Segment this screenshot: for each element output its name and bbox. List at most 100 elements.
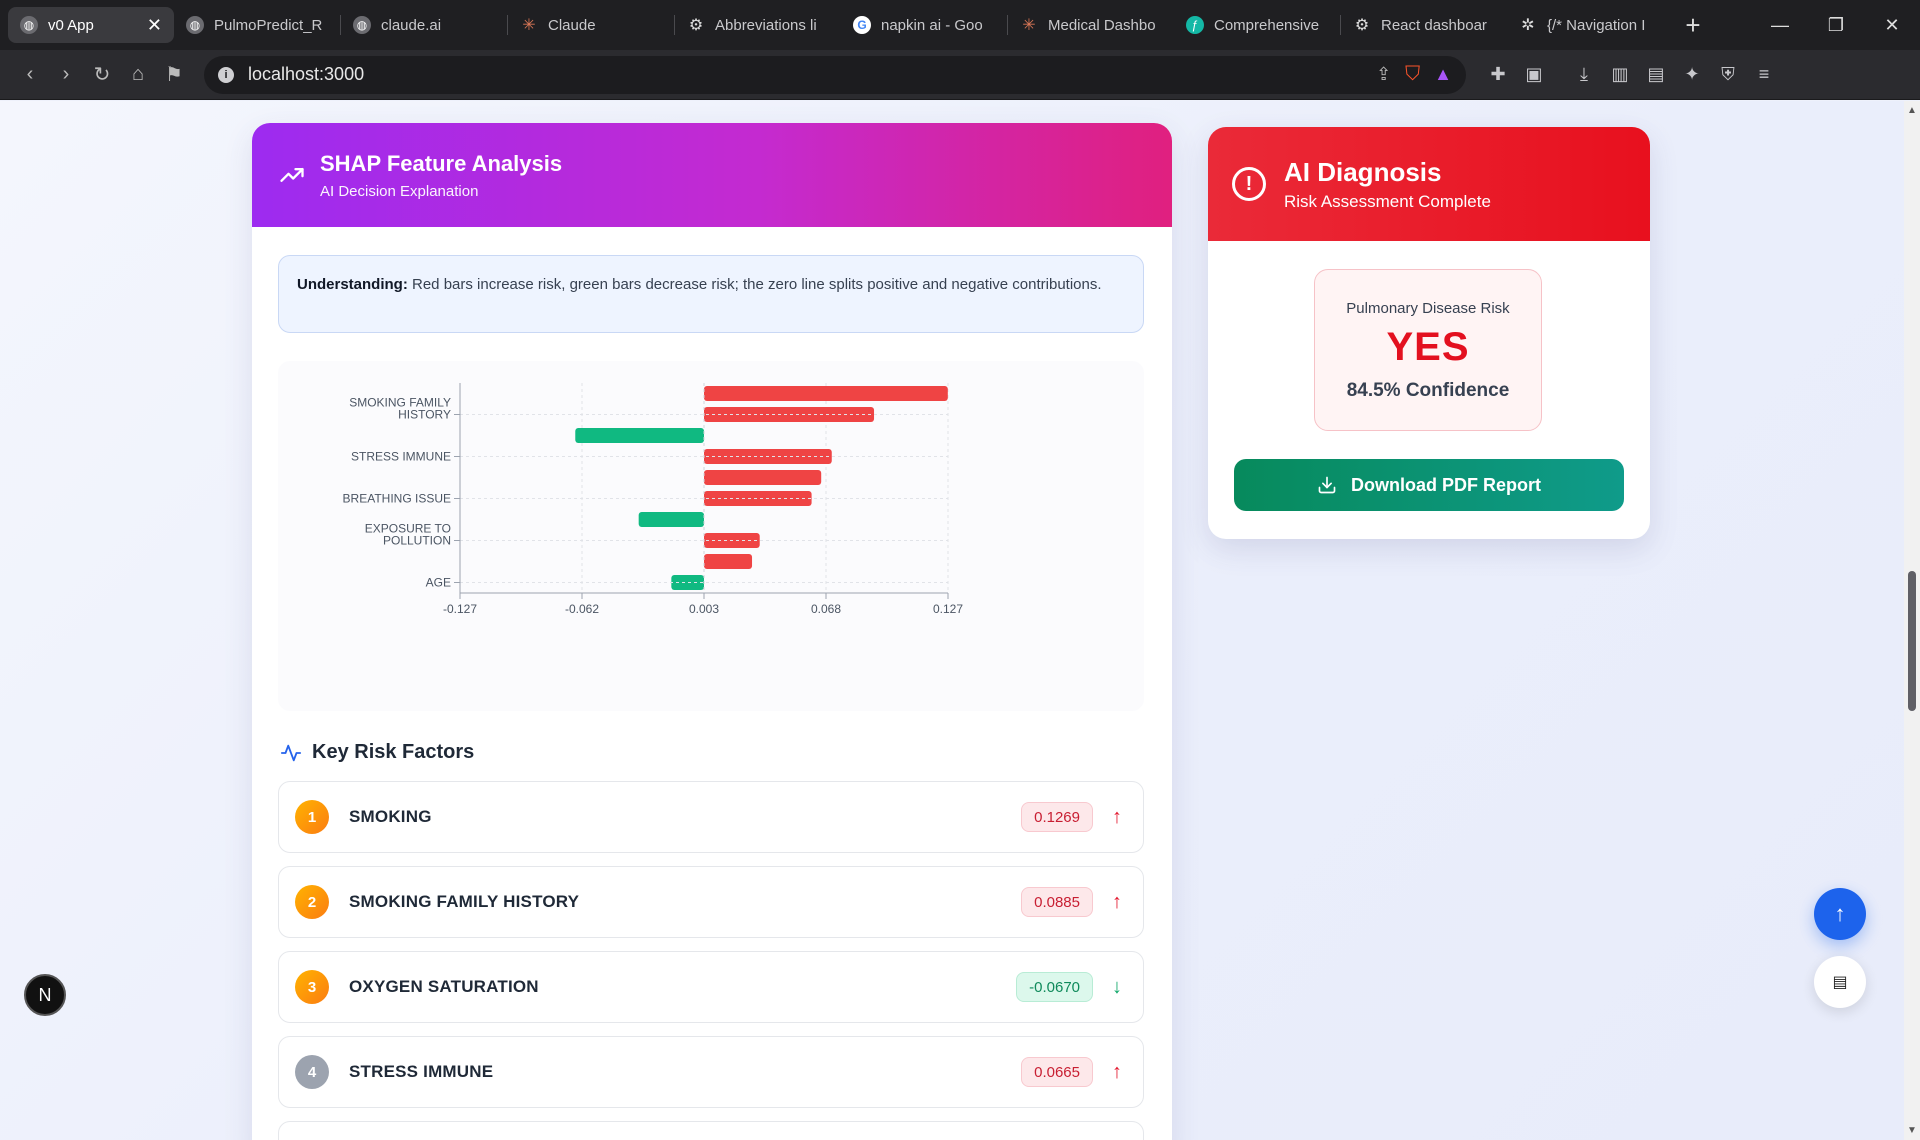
vpn-icon[interactable]: ⛨: [1710, 57, 1746, 93]
tab-claude[interactable]: ✳ Claude: [508, 7, 674, 43]
tab-abbreviations[interactable]: ⚙ Abbreviations li: [675, 7, 841, 43]
tab-react-dashboard[interactable]: ⚙ React dashboar: [1341, 7, 1507, 43]
download-icon: [1318, 476, 1336, 494]
shap-bar: [704, 554, 753, 569]
close-icon[interactable]: ✕: [147, 15, 162, 36]
shap-value-badge: 0.1269: [1021, 802, 1093, 832]
claude-icon: ✳: [1022, 17, 1036, 34]
tab-navigation[interactable]: ✲ {/* Navigation I: [1507, 7, 1673, 43]
ai-diagnosis-card: ! AI Diagnosis Risk Assessment Complete …: [1208, 127, 1650, 539]
risk-factor-row: 2 SMOKING FAMILY HISTORY 0.0885 ↑: [278, 866, 1144, 938]
window-controls: — ❐ ✕: [1752, 0, 1920, 50]
tab-label: v0 App: [48, 16, 94, 34]
openai-icon: ⚙: [688, 17, 704, 34]
diagnosis-header: ! AI Diagnosis Risk Assessment Complete: [1208, 127, 1650, 241]
risk-label: Pulmonary Disease Risk: [1346, 300, 1510, 317]
tab-comprehensive[interactable]: ƒ Comprehensive: [1174, 7, 1340, 43]
y-tick-label: AGE: [426, 576, 451, 590]
claude-icon: ✳: [522, 17, 536, 34]
tab-label: napkin ai - Goo: [881, 16, 983, 34]
shap-card-header: SHAP Feature Analysis AI Decision Explan…: [252, 123, 1172, 227]
leo-ai-icon[interactable]: ✦: [1674, 57, 1710, 93]
back-icon[interactable]: ‹: [12, 57, 48, 93]
page-viewport: SHAP Feature Analysis AI Decision Explan…: [0, 101, 1904, 1140]
share-icon[interactable]: ⇪: [1376, 64, 1391, 85]
risk-factor-name: OXYGEN SATURATION: [349, 977, 539, 996]
activity-icon: [280, 744, 302, 761]
gear-icon: ✲: [1521, 17, 1535, 34]
forward-icon[interactable]: ›: [48, 57, 84, 93]
shap-bar: [575, 428, 704, 443]
brave-shield-icon[interactable]: ⛉: [1405, 63, 1420, 86]
tab-label: Abbreviations li: [715, 16, 817, 34]
risk-value: YES: [1386, 325, 1470, 369]
close-window-icon[interactable]: ✕: [1864, 0, 1920, 50]
scroll-to-top-button[interactable]: ↑: [1814, 888, 1866, 940]
new-tab-button[interactable]: +: [1673, 10, 1713, 41]
site-info-icon[interactable]: i: [218, 66, 234, 83]
bookmark-icon[interactable]: ⚑: [156, 57, 192, 93]
tab-medical-dashboard[interactable]: ✳ Medical Dashbo: [1008, 7, 1174, 43]
tab-v0-app[interactable]: ◍ v0 App ✕: [8, 7, 174, 43]
shap-analysis-card: SHAP Feature Analysis AI Decision Explan…: [252, 123, 1172, 1140]
risk-factor-name: STRESS IMMUNE: [349, 1062, 494, 1081]
y-tick-label: STRESS IMMUNE: [351, 450, 451, 464]
tab-label: Medical Dashbo: [1048, 16, 1156, 34]
wallet-icon[interactable]: ▤: [1638, 57, 1674, 93]
risk-factor-row: 1 SMOKING 0.1269 ↑: [278, 781, 1144, 853]
download-icon[interactable]: ⤓: [1566, 57, 1602, 93]
page-scrollbar[interactable]: ▲ ▼: [1904, 101, 1920, 1140]
x-tick-label: 0.003: [689, 602, 719, 616]
globe-icon: ◍: [353, 16, 371, 34]
report-icon-button[interactable]: ▤: [1814, 956, 1866, 1008]
rank-badge: 2: [295, 885, 329, 919]
sidebar-icon[interactable]: ▥: [1602, 57, 1638, 93]
browser-tab-bar: ◍ v0 App ✕ ◍ PulmoPredict_R ◍ claude.ai …: [0, 0, 1920, 50]
tab-napkin[interactable]: G napkin ai - Goo: [841, 7, 1007, 43]
rank-badge: 4: [295, 1055, 329, 1089]
arrow-up-icon: ↑: [1112, 805, 1122, 828]
tab-label: PulmoPredict_R: [214, 16, 323, 34]
address-bar: ‹ › ↻ ⌂ ⚑ i localhost:3000 ⇪ ⛉ ▲ ✚ ▣ ⤓ ▥…: [0, 50, 1920, 100]
shap-subtitle: AI Decision Explanation: [320, 182, 479, 200]
understanding-label: Understanding:: [297, 276, 408, 293]
arrow-up-icon: ↑: [1112, 890, 1122, 913]
diagnosis-title: AI Diagnosis: [1284, 156, 1442, 187]
menu-icon[interactable]: ≡: [1746, 57, 1782, 93]
extensions-icon[interactable]: ✚: [1480, 57, 1516, 93]
understanding-text: Red bars increase risk, green bars decre…: [407, 276, 1102, 293]
shap-bar: [704, 407, 875, 422]
url-text: localhost:3000: [248, 64, 365, 84]
risk-factor-name: SMOKING FAMILY HISTORY: [349, 892, 580, 911]
home-icon[interactable]: ⌂: [120, 57, 156, 93]
x-tick-label: 0.068: [811, 602, 841, 616]
scrollbar-thumb[interactable]: [1908, 571, 1916, 711]
reload-icon[interactable]: ↻: [84, 57, 120, 93]
tab-label: Comprehensive: [1214, 16, 1320, 34]
tab-label: {/* Navigation I: [1547, 16, 1646, 34]
screenshot-icon[interactable]: ▣: [1516, 57, 1552, 93]
tab-label: claude.ai: [381, 16, 442, 34]
shap-bar: [638, 512, 704, 527]
brave-rewards-icon[interactable]: ▲: [1434, 64, 1452, 85]
confidence-text: 84.5% Confidence: [1346, 380, 1510, 401]
nextjs-badge[interactable]: N: [24, 974, 66, 1016]
restore-icon[interactable]: ❐: [1808, 0, 1864, 50]
shap-bar: [704, 386, 948, 401]
url-field[interactable]: i localhost:3000 ⇪ ⛉ ▲: [204, 55, 1466, 94]
download-pdf-label: Download PDF Report: [1351, 474, 1541, 495]
shap-value-badge: 0.0885: [1021, 887, 1093, 917]
x-tick-label: -0.062: [565, 602, 599, 616]
feather-icon: ƒ: [1186, 16, 1204, 34]
alert-circle-icon: !: [1232, 167, 1266, 201]
globe-icon: ◍: [186, 16, 204, 34]
google-icon: G: [853, 16, 871, 34]
download-pdf-button[interactable]: Download PDF Report: [1234, 459, 1624, 511]
tab-pulmopredict[interactable]: ◍ PulmoPredict_R: [174, 7, 340, 43]
shap-value-badge: -0.0670: [1016, 972, 1093, 1002]
scroll-down-arrow-icon[interactable]: ▼: [1906, 1125, 1918, 1136]
scroll-up-arrow-icon[interactable]: ▲: [1906, 105, 1918, 116]
minimize-icon[interactable]: —: [1752, 0, 1808, 50]
tab-claude-ai[interactable]: ◍ claude.ai: [341, 7, 507, 43]
y-tick-label: POLLUTION: [383, 534, 451, 548]
